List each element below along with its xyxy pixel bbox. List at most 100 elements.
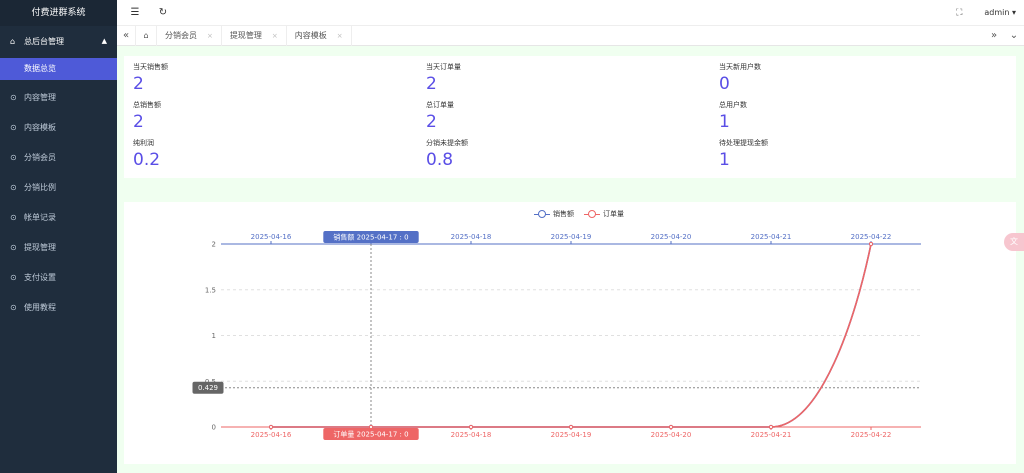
tab-scroll-left-icon[interactable]: « xyxy=(117,30,135,41)
sidebar-item-label: 使用教程 xyxy=(24,302,56,312)
sidebar-item-withdraw[interactable]: ⊙ 提现管理 xyxy=(0,232,117,262)
top-x-tick-label: 2025-04-16 xyxy=(251,233,292,241)
fullscreen-icon[interactable]: ⛶ xyxy=(956,8,962,18)
stat-value: 0.2 xyxy=(133,150,161,170)
stat-total-orders: 总订单量 2 xyxy=(426,100,626,132)
stat-label: 纯利润 xyxy=(133,139,154,147)
sidebar-item-label: 帐单记录 xyxy=(24,212,56,222)
tab-label: 提现管理 xyxy=(229,31,262,40)
y-tick-label: 1.5 xyxy=(205,286,216,294)
tab-label: 内容模板 xyxy=(294,31,327,40)
series-point xyxy=(268,424,274,430)
tab-scroll-right-icon[interactable]: » xyxy=(984,30,1004,41)
tab-label: 分销会员 xyxy=(165,31,197,40)
sidebar-item-members[interactable]: ⊙ 分销会员 xyxy=(0,142,117,172)
top-x-tick-label: 2025-04-22 xyxy=(851,233,892,241)
stat-value: 1 xyxy=(719,112,730,132)
y-axis-pointer-label: 0.429 xyxy=(198,384,218,392)
top-x-tick-label: 2025-04-18 xyxy=(451,233,492,241)
chevron-up-icon: ▲ xyxy=(101,37,107,45)
close-icon[interactable]: × xyxy=(207,32,213,40)
close-icon[interactable]: × xyxy=(337,32,343,40)
home-icon: ⌂ xyxy=(143,31,149,40)
stat-net-profit: 纯利润 0.2 xyxy=(133,138,333,170)
check-shield-icon: ⊙ xyxy=(10,122,17,132)
menu-toggle-icon[interactable]: ☰ xyxy=(125,7,145,18)
stat-label: 总用户数 xyxy=(719,101,747,109)
close-icon[interactable]: × xyxy=(272,32,278,40)
user-menu[interactable]: admin ▾ xyxy=(984,8,1016,17)
stat-today-sales: 当天销售额 2 xyxy=(133,62,333,94)
sidebar-item-label: 内容管理 xyxy=(24,92,56,102)
stat-value: 0.8 xyxy=(426,150,454,170)
sidebar-item-label: 内容模板 xyxy=(24,122,56,132)
stat-pending-withdraw: 待处理提现金额 1 xyxy=(719,138,919,170)
bottom-x-tick-label: 2025-04-16 xyxy=(251,431,292,439)
stat-value: 2 xyxy=(133,74,144,94)
sidebar-item-content[interactable]: ⊙ 内容管理 xyxy=(0,82,117,112)
sidebar-group-admin[interactable]: ⌂ 总后台管理 ▲ xyxy=(0,26,117,56)
bottom-x-tick-label: 2025-04-19 xyxy=(551,431,592,439)
stat-value: 2 xyxy=(426,74,437,94)
stat-total-users: 总用户数 1 xyxy=(719,100,919,132)
sidebar: 付费进群系统 ⌂ 总后台管理 ▲ 数据总览 ⊙ 内容管理 ⊙ 内容模板 ⊙ 分销会员 … xyxy=(0,0,117,473)
translate-icon[interactable]: 文 xyxy=(1004,233,1024,251)
chart-card: 销售额 订单量 00.511.522025-04-162025-04-16202… xyxy=(124,202,1016,464)
sidebar-group-label: 总后台管理 xyxy=(24,36,64,46)
check-shield-icon: ⊙ xyxy=(10,92,17,102)
stat-label: 总订单量 xyxy=(426,101,454,109)
tab-home[interactable]: ⌂ xyxy=(135,25,157,46)
sidebar-item-dashboard[interactable]: 数据总览 xyxy=(0,58,117,80)
bottom-x-tick-label: 2025-04-20 xyxy=(651,431,692,439)
stat-label: 当天销售额 xyxy=(133,63,168,71)
bottom-x-tick-label: 2025-04-22 xyxy=(851,431,892,439)
series-point xyxy=(768,424,774,430)
line-chart: 00.511.522025-04-162025-04-162025-04-182… xyxy=(192,231,921,440)
tab-members[interactable]: 分销会员 × xyxy=(157,25,222,46)
check-shield-icon: ⊙ xyxy=(10,182,17,192)
stats-card: 当天销售额 2 当天订单量 2 当天新用户数 0 总销售额 2 总订单量 2 总用户数 1 … xyxy=(124,56,1016,178)
sidebar-item-ratio[interactable]: ⊙ 分销比例 xyxy=(0,172,117,202)
stat-label: 当天新用户数 xyxy=(719,63,761,71)
y-tick-label: 2 xyxy=(212,241,216,249)
sidebar-item-payment[interactable]: ⊙ 支付设置 xyxy=(0,262,117,292)
y-tick-label: 1 xyxy=(212,332,216,340)
sidebar-item-tutorial[interactable]: ⊙ 使用教程 xyxy=(0,292,117,322)
y-tick-label: 0 xyxy=(212,424,216,432)
stat-label: 待处理提现金额 xyxy=(719,139,768,147)
sidebar-item-label: 提现管理 xyxy=(24,242,56,252)
top-x-tick-label: 2025-04-19 xyxy=(551,233,592,241)
stat-value: 2 xyxy=(133,112,144,132)
check-shield-icon: ⊙ xyxy=(10,272,17,282)
check-shield-icon: ⊙ xyxy=(10,242,17,252)
home-icon: ⌂ xyxy=(10,36,16,46)
stat-value: 0 xyxy=(719,74,730,94)
stat-total-sales: 总销售额 2 xyxy=(133,100,333,132)
refresh-icon[interactable]: ↻ xyxy=(153,7,173,18)
check-shield-icon: ⊙ xyxy=(10,302,17,312)
stat-distribution-balance: 分销未提余额 0.8 xyxy=(426,138,626,170)
chevron-down-icon[interactable]: ⌄ xyxy=(1004,30,1024,41)
tab-template[interactable]: 内容模板 × xyxy=(287,25,352,46)
series-point xyxy=(868,241,874,247)
stat-value: 1 xyxy=(719,150,730,170)
stat-label: 总销售额 xyxy=(133,101,161,109)
top-header: ☰ ↻ ⛶ admin ▾ xyxy=(117,0,1024,26)
app-title: 付费进群系统 xyxy=(0,0,117,26)
sidebar-item-label: 分销比例 xyxy=(24,182,56,192)
stat-label: 分销未提余额 xyxy=(426,139,468,147)
bottom-x-tick-label: 2025-04-21 xyxy=(751,431,792,439)
tab-withdraw[interactable]: 提现管理 × xyxy=(222,25,287,46)
stat-today-orders: 当天订单量 2 xyxy=(426,62,626,94)
stat-label: 当天订单量 xyxy=(426,63,461,71)
series-point xyxy=(668,424,674,430)
sidebar-item-template[interactable]: ⊙ 内容模板 xyxy=(0,112,117,142)
top-axis-pointer-label: 销售额 2025-04-17 : 0 xyxy=(333,233,408,242)
top-x-tick-label: 2025-04-21 xyxy=(751,233,792,241)
check-shield-icon: ⊙ xyxy=(10,152,17,162)
tab-bar: « ⌂ 分销会员 × 提现管理 × 内容模板 × » ⌄ xyxy=(117,25,1024,46)
sidebar-item-bills[interactable]: ⊙ 帐单记录 xyxy=(0,202,117,232)
bottom-axis-pointer-label: 订单量 2025-04-17 : 0 xyxy=(333,430,408,439)
series-point xyxy=(568,424,574,430)
sidebar-item-label: 支付设置 xyxy=(24,272,56,282)
